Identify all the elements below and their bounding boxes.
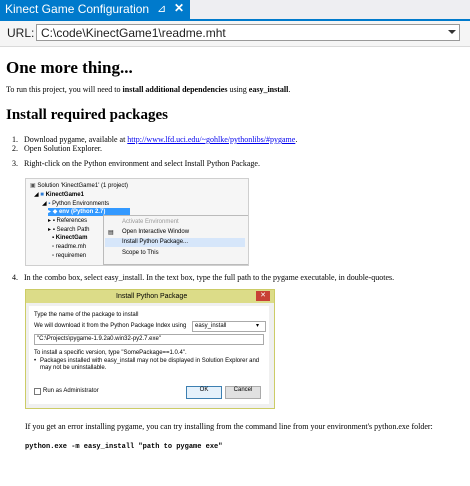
requirements-node: ▫ requiremen [52,253,86,259]
dialog-title: Install Python Package [116,293,188,300]
close-icon[interactable]: ✕ [174,1,184,15]
note-line-1: Packages installed with easy_install may… [40,358,260,364]
kinectgame-node: ▪ KinectGam [52,235,87,241]
document-tab[interactable]: Kinect Game Configuration ⊿ ✕ [0,0,190,19]
url-value: C:\code\KinectGame1\readme.mht [41,26,226,40]
step1-text: Download pygame, available at [24,135,128,144]
url-input[interactable]: C:\code\KinectGame1\readme.mht [36,24,460,41]
package-manager-combo[interactable]: easy_install ▾ [192,321,266,332]
interactive-window-icon: ▤ [108,230,114,236]
section-heading: Install required packages [6,107,168,123]
step-number: 3. [12,159,18,168]
note-line-2: may not be uninstallable. [40,365,107,371]
combo-value: easy_install [195,323,227,329]
readme-label: readme.mh [55,244,87,250]
menu-item-scope[interactable]: Scope to This [122,250,159,256]
menu-item-activate[interactable]: Activate Environment [122,219,179,225]
search-path-label: Search Path [56,227,90,233]
package-path-value: "C:\Projects\pygame-1.9.2a0.win32-py2.7.… [37,336,161,342]
step3-text: Right-click on the Python environment an… [24,159,260,168]
page-title: One more thing... [6,58,133,77]
intro-text-mid: using [227,85,249,94]
list-item-step3: 3. Right-click on the Python environment … [12,159,260,168]
step4-text: In the combo box, select easy_install. I… [24,273,395,282]
version-hint: To install a specific version, type "Som… [34,350,187,356]
env-label: env (Python 2.7) [58,209,106,215]
url-label: URL: [7,26,35,40]
environments-node: ◢ ▪ Python Environments [42,200,109,207]
chevron-down-icon: ▾ [256,323,260,329]
intro-bold-tool: easy_install [248,85,289,94]
dialog-prompt: Type the name of the package to install [34,312,139,318]
url-bar: URL: C:\code\KinectGame1\readme.mht [0,21,470,47]
tab-title: Kinect Game Configuration [5,2,150,16]
document-tab-bar: Kinect Game Configuration ⊿ ✕ [0,0,470,19]
admin-label: Run as Administrator [43,388,99,394]
kinectgame-label: KinectGam [55,235,88,241]
references-label: References [56,218,88,224]
requirements-label: requiremen [55,253,87,259]
solution-node: ▣ Solution 'KinectGame1' (1 project) [30,182,128,189]
close-icon[interactable]: ✕ [256,291,270,301]
intro-bold-deps: install additional dependencies [122,85,228,94]
intro-text: To run this project, you will need to [6,85,123,94]
search-path-node: ▸ ▪ Search Path [48,226,90,233]
step-number: 2. [12,144,18,153]
list-item-step4: 4. In the combo box, select easy_install.… [12,273,394,282]
download-label: We will download it from the Python Pack… [34,323,187,329]
chevron-down-icon[interactable] [448,30,456,34]
readme-node: ▫ readme.mh [52,244,86,250]
ok-label: OK [199,387,209,393]
menu-item-install-package[interactable]: Install Python Package... [122,239,188,245]
step-number: 1. [12,135,18,144]
step2-text: Open Solution Explorer. [24,144,102,153]
intro-paragraph: To run this project, you will need to in… [6,85,290,94]
references-node: ▸ ▪ References [48,217,87,224]
project-node: ◢ ■ KinectGame1 [34,191,84,198]
command-line: python.exe -m easy_install "path to pyga… [25,443,223,451]
install-package-dialog-screenshot: Install Python Package ✕ Type the name o… [25,289,275,409]
project-label: KinectGame1 [45,192,84,198]
solution-label: Solution 'KinectGame1' (1 project) [37,183,129,189]
context-menu: Activate Environment ▤ Open Interactive … [103,215,248,265]
admin-checkbox[interactable] [34,388,41,395]
step1-end: . [295,135,298,144]
environments-label: Python Environments [52,201,110,207]
solution-explorer-screenshot: ▣ Solution 'KinectGame1' (1 project) ◢ ■… [25,178,249,266]
pin-icon[interactable]: ⊿ [157,2,166,15]
intro-text-end: . [288,85,291,94]
list-item-step2: 2. Open Solution Explorer. [12,144,102,153]
step-number: 4. [12,273,18,282]
list-item-step1: 1. Download pygame, available at http://w… [12,135,297,144]
cancel-button[interactable]: Cancel [225,386,261,399]
error-paragraph: If you get an error installing pygame, y… [25,422,433,431]
pygame-link[interactable]: http://www.lfd.uci.edu/~gohlke/pythonlib… [127,135,295,144]
info-icon: • [34,358,37,364]
document-content: One more thing... To run this project, y… [0,47,470,486]
ok-button[interactable]: OK [186,386,222,399]
cancel-label: Cancel [233,387,253,393]
package-path-input[interactable]: "C:\Projects\pygame-1.9.2a0.win32-py2.7.… [34,334,264,345]
menu-item-interactive[interactable]: Open Interactive Window [122,229,189,235]
